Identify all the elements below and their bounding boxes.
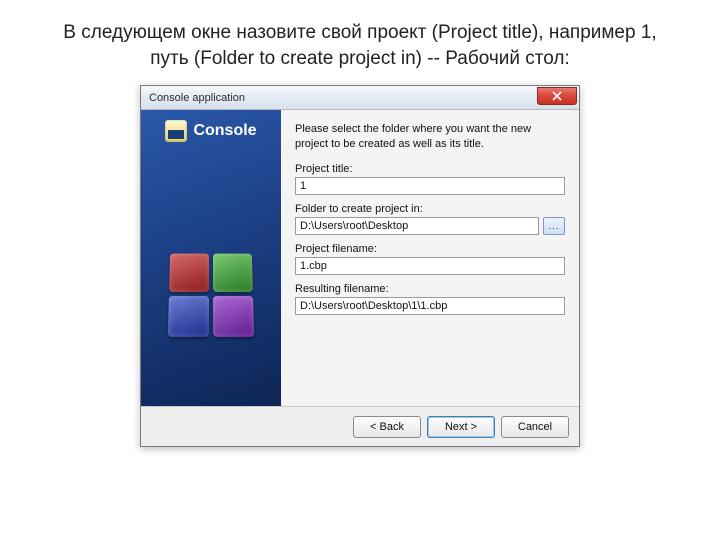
wizard-banner: Console [141, 110, 281, 406]
wizard-dialog: Console application Console Please selec… [140, 85, 580, 447]
project-title-label: Project title: [295, 163, 565, 175]
logo-square-green [213, 254, 253, 292]
resulting-filename-input[interactable] [295, 297, 565, 315]
wizard-content: Please select the folder where you want … [281, 110, 579, 406]
console-icon [165, 120, 187, 142]
close-icon [552, 91, 562, 101]
codeblocks-logo [168, 254, 255, 337]
resulting-filename-label: Resulting filename: [295, 283, 565, 295]
console-badge: Console [165, 120, 256, 142]
instructions-text: Please select the folder where you want … [295, 122, 565, 151]
next-button[interactable]: Next > [427, 416, 495, 438]
logo-square-purple [213, 296, 254, 337]
folder-label: Folder to create project in: [295, 203, 565, 215]
logo-square-red [169, 254, 209, 292]
project-filename-label: Project filename: [295, 243, 565, 255]
window-title: Console application [149, 92, 245, 104]
titlebar[interactable]: Console application [141, 86, 579, 110]
project-title-input[interactable] [295, 177, 565, 195]
cancel-button[interactable]: Cancel [501, 416, 569, 438]
wizard-button-bar: < Back Next > Cancel [141, 406, 579, 446]
folder-input[interactable] [295, 217, 539, 235]
browse-button[interactable]: ... [543, 217, 565, 235]
back-button[interactable]: < Back [353, 416, 421, 438]
slide-title: В следующем окне назовите свой проект (P… [0, 0, 720, 85]
logo-square-blue [168, 296, 209, 337]
banner-text: Console [193, 122, 256, 140]
project-filename-input[interactable] [295, 257, 565, 275]
close-button[interactable] [537, 87, 577, 105]
